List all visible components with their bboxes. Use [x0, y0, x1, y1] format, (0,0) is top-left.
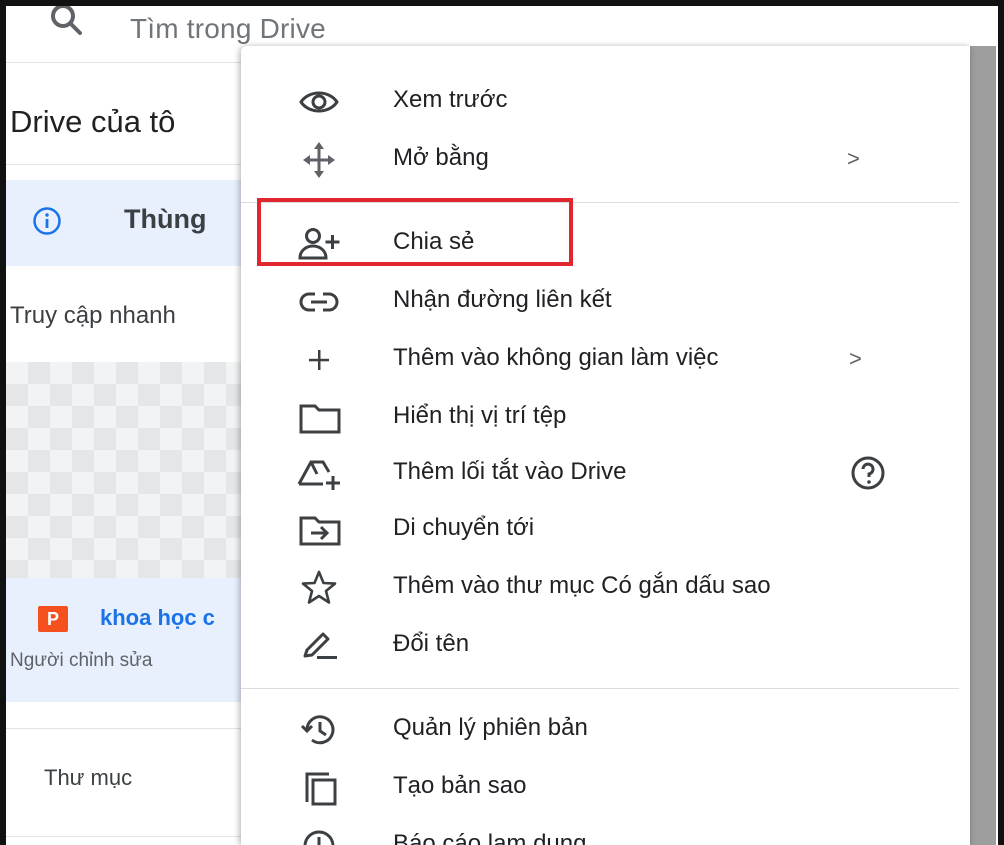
menu-item-label: Nhận đường liên kết	[393, 286, 612, 313]
menu-item-label: Đổi tên	[393, 630, 470, 657]
eye-icon	[295, 82, 343, 122]
menu-item-make-copy[interactable]: Tạo bản sao	[241, 760, 970, 816]
context-menu: Xem trước Mở bằng > Chia sẻ Nhận đường l…	[241, 46, 970, 845]
menu-item-get-link[interactable]: Nhận đường liên kết	[241, 274, 970, 330]
menu-item-show-file-location[interactable]: Hiển thị vị trí tệp	[241, 390, 970, 446]
menu-item-label: Thêm vào không gian làm việc	[393, 344, 719, 371]
menu-item-label: Quản lý phiên bản	[393, 714, 588, 741]
copy-icon	[295, 768, 343, 808]
menu-item-open-with[interactable]: Mở bằng >	[241, 132, 970, 188]
history-icon	[295, 710, 343, 750]
menu-item-label: Mở bằng	[393, 144, 489, 171]
menu-item-label: Thêm vào thư mục Có gắn dấu sao	[393, 572, 771, 599]
menu-item-rename[interactable]: Đổi tên	[241, 618, 970, 674]
menu-item-preview[interactable]: Xem trước	[241, 74, 970, 130]
menu-divider	[241, 688, 959, 689]
menu-item-label: Xem trước	[393, 86, 508, 113]
share-highlight-box	[257, 198, 573, 266]
star-icon	[295, 568, 343, 608]
move-to-folder-icon	[295, 510, 343, 550]
menu-item-label: Báo cáo lạm dụng	[393, 830, 587, 845]
folder-icon	[295, 398, 343, 438]
report-icon	[295, 826, 343, 845]
rename-pencil-icon	[295, 626, 343, 666]
chevron-right-icon: >	[847, 146, 860, 171]
menu-item-label: Hiển thị vị trí tệp	[393, 402, 567, 429]
menu-item-manage-versions[interactable]: Quản lý phiên bản	[241, 702, 970, 758]
menu-item-label: Thêm lối tắt vào Drive	[393, 458, 627, 485]
chevron-right-icon: >	[849, 346, 862, 371]
link-icon	[295, 282, 343, 322]
plus-icon	[295, 340, 343, 380]
menu-item-move-to[interactable]: Di chuyển tới	[241, 502, 970, 558]
help-icon[interactable]	[849, 454, 887, 492]
menu-item-report-abuse[interactable]: Báo cáo lạm dụng	[241, 818, 970, 845]
add-shortcut-icon	[295, 454, 343, 494]
menu-item-label: Di chuyển tới	[393, 514, 535, 541]
move-arrows-icon	[295, 140, 343, 180]
menu-item-add-to-workspace[interactable]: Thêm vào không gian làm việc >	[241, 332, 970, 388]
menu-item-add-to-starred[interactable]: Thêm vào thư mục Có gắn dấu sao	[241, 560, 970, 616]
menu-item-label: Tạo bản sao	[393, 772, 527, 799]
